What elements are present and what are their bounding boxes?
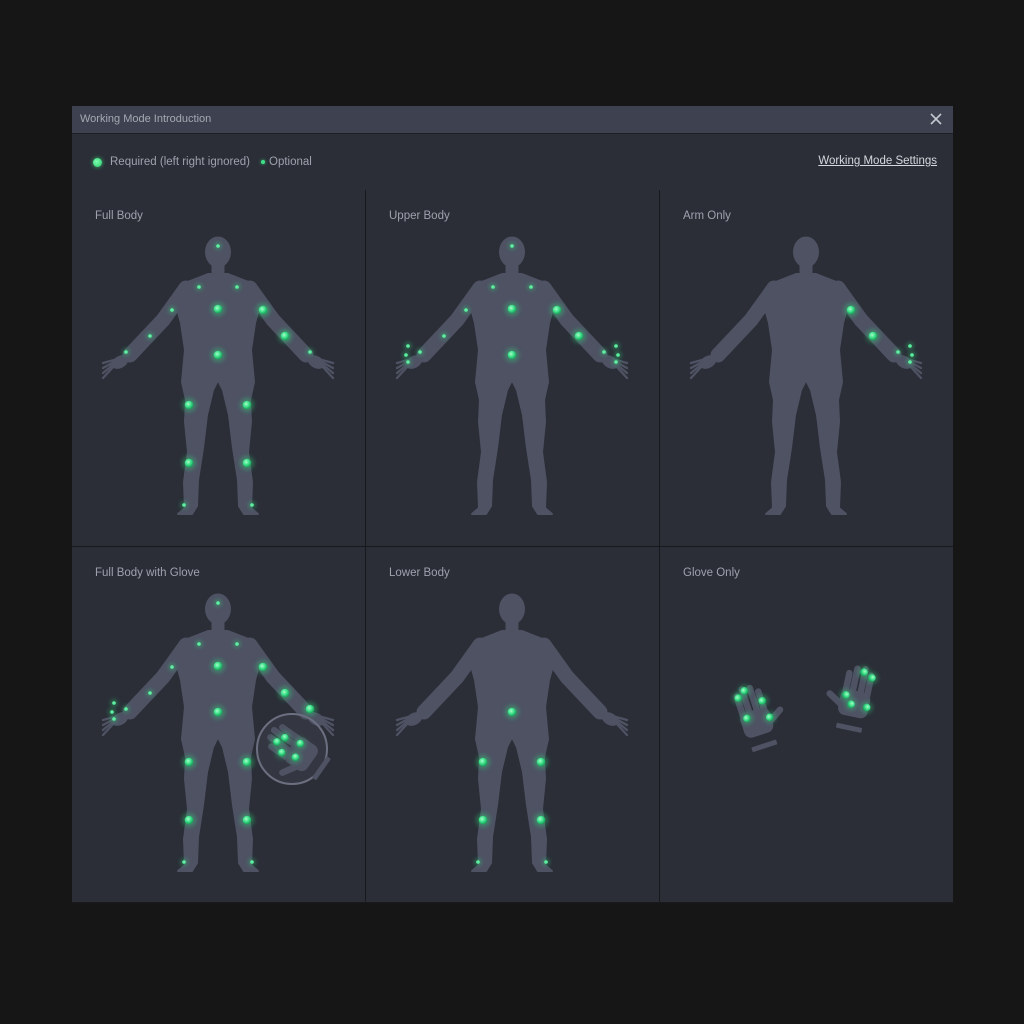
optional-sensor-dot xyxy=(108,708,116,716)
required-sensor-dot xyxy=(278,686,292,700)
required-sensor-dot xyxy=(182,456,196,470)
mode-card-full-body-with-glove[interactable]: Full Body with Glove xyxy=(72,547,365,902)
optional-sensor-dot xyxy=(462,306,470,314)
glove-icon xyxy=(826,665,878,733)
optional-sensor-dot xyxy=(248,501,256,509)
optional-sensor-dot xyxy=(527,283,535,291)
required-sensor-dot xyxy=(534,755,548,769)
optional-sensor-dot xyxy=(122,348,130,356)
required-sensor-dot xyxy=(505,302,519,316)
optional-sensor-dot xyxy=(600,348,608,356)
legend-required-label: Required (left right ignored) xyxy=(110,156,250,168)
optional-sensor-dot xyxy=(146,689,154,697)
optional-sensor-dot xyxy=(110,715,118,723)
required-sensor-dot xyxy=(278,329,292,343)
optional-dot-icon xyxy=(261,160,265,164)
optional-sensor-dot xyxy=(306,348,314,356)
mode-card-glove-only[interactable]: Glove Only xyxy=(660,547,953,902)
body-silhouette-icon xyxy=(101,236,335,515)
optional-sensor-dot xyxy=(404,342,412,350)
optional-sensor-dot xyxy=(508,242,516,250)
required-sensor-dot xyxy=(476,813,490,827)
dialog-title: Working Mode Introduction xyxy=(80,113,212,125)
body-silhouette-icon xyxy=(395,236,629,515)
optional-sensor-dot xyxy=(168,663,176,671)
required-sensor-dot xyxy=(240,755,254,769)
optional-sensor-dot xyxy=(489,283,497,291)
required-sensor-dot xyxy=(211,705,225,719)
close-icon[interactable] xyxy=(927,110,945,128)
optional-sensor-dot xyxy=(110,699,118,707)
required-sensor-dot xyxy=(866,329,880,343)
optional-sensor-dot xyxy=(214,242,222,250)
required-sensor-dot xyxy=(240,398,254,412)
title-bar: Working Mode Introduction xyxy=(72,106,953,133)
required-sensor-dot xyxy=(182,813,196,827)
required-sensor-dot xyxy=(550,303,564,317)
required-sensor-dot xyxy=(240,813,254,827)
required-sensor-dot xyxy=(303,702,317,716)
required-sensor-dot xyxy=(256,660,270,674)
optional-sensor-dot xyxy=(612,342,620,350)
body-silhouette-icon xyxy=(689,236,923,515)
optional-sensor-dot xyxy=(614,351,622,359)
required-sensor-dot xyxy=(256,303,270,317)
required-sensor-dot xyxy=(505,705,519,719)
required-sensor-dot xyxy=(182,398,196,412)
optional-sensor-dot xyxy=(894,348,902,356)
optional-sensor-dot xyxy=(180,501,188,509)
required-sensor-dot xyxy=(211,302,225,316)
optional-sensor-dot xyxy=(404,358,412,366)
legend-optional: Optional xyxy=(261,156,312,168)
glove-icon xyxy=(732,684,784,752)
working-mode-settings-link[interactable]: Working Mode Settings xyxy=(818,155,937,167)
optional-sensor-dot xyxy=(122,705,130,713)
optional-sensor-dot xyxy=(248,858,256,866)
legend-bar: Required (left right ignored) Optional W… xyxy=(72,133,953,191)
legend-optional-label: Optional xyxy=(269,156,312,168)
optional-sensor-dot xyxy=(474,858,482,866)
mode-card-full-body[interactable]: Full Body xyxy=(72,190,365,546)
optional-sensor-dot xyxy=(906,358,914,366)
optional-sensor-dot xyxy=(168,306,176,314)
working-mode-dialog: Working Mode Introduction Required (left… xyxy=(72,106,953,903)
mode-card-arm-only[interactable]: Arm Only xyxy=(660,190,953,546)
required-sensor-dot xyxy=(534,813,548,827)
optional-sensor-dot xyxy=(195,283,203,291)
optional-sensor-dot xyxy=(906,342,914,350)
optional-sensor-dot xyxy=(612,358,620,366)
optional-sensor-dot xyxy=(214,599,222,607)
optional-sensor-dot xyxy=(233,283,241,291)
required-sensor-dot xyxy=(505,348,519,362)
optional-sensor-dot xyxy=(233,640,241,648)
optional-sensor-dot xyxy=(402,351,410,359)
required-sensor-dot xyxy=(211,659,225,673)
required-sensor-dot xyxy=(572,329,586,343)
body-silhouette-icon xyxy=(395,593,629,872)
required-dot-icon xyxy=(93,157,102,167)
required-sensor-dot xyxy=(844,303,858,317)
optional-sensor-dot xyxy=(542,858,550,866)
optional-sensor-dot xyxy=(416,348,424,356)
required-sensor-dot xyxy=(211,348,225,362)
required-sensor-dot xyxy=(240,456,254,470)
optional-sensor-dot xyxy=(908,351,916,359)
mode-grid: Full Body Upper Body Arm Only Full Body … xyxy=(72,190,953,903)
optional-sensor-dot xyxy=(195,640,203,648)
optional-sensor-dot xyxy=(440,332,448,340)
optional-sensor-dot xyxy=(146,332,154,340)
required-sensor-dot xyxy=(182,755,196,769)
mode-card-upper-body[interactable]: Upper Body xyxy=(366,190,659,546)
required-sensor-dot xyxy=(476,755,490,769)
mode-card-lower-body[interactable]: Lower Body xyxy=(366,547,659,902)
optional-sensor-dot xyxy=(180,858,188,866)
legend-required: Required (left right ignored) xyxy=(93,156,250,168)
